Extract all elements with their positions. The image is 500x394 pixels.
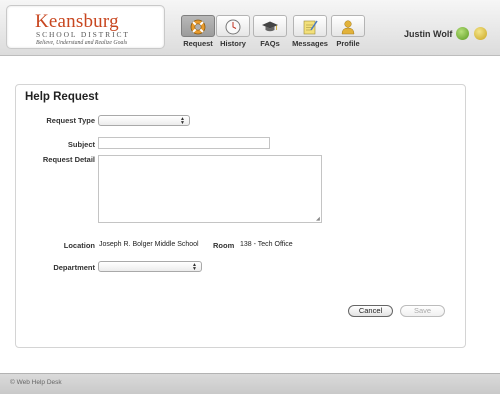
life-ring-icon (181, 15, 215, 37)
resize-grip-icon[interactable]: ◢ (316, 217, 321, 222)
room-label: Room (213, 241, 235, 250)
app-header: Keansburg SCHOOL DISTRICT Believe, Under… (0, 0, 500, 56)
logo-tagline: Believe, Understand and Realize Goals (36, 40, 128, 46)
app-footer: © Web Help Desk (0, 373, 500, 394)
chevron-updown-icon: ▲ ▼ (180, 116, 185, 126)
graduation-cap-icon (253, 15, 287, 37)
logo-subtitle: SCHOOL DISTRICT (36, 30, 130, 39)
clock-icon (216, 15, 250, 37)
room-value: 138 - Tech Office (240, 241, 293, 248)
request-type-select[interactable]: ▲ ▼ (98, 115, 190, 126)
chevron-updown-icon: ▲ ▼ (192, 262, 197, 272)
subject-input[interactable] (98, 137, 270, 149)
help-request-card: Help Request Request Type ▲ ▼ Subject Req… (15, 84, 466, 348)
status-icon[interactable] (456, 27, 469, 40)
logout-icon[interactable] (474, 27, 487, 40)
request-detail-textarea[interactable] (98, 155, 322, 223)
logo-name: Keansburg (35, 11, 119, 32)
request-type-label: Request Type (46, 116, 95, 125)
cancel-button[interactable]: Cancel (348, 305, 393, 317)
request-detail-label: Request Detail (42, 155, 95, 164)
user-name[interactable]: Justin Wolf (404, 29, 452, 39)
location-value: Joseph R. Bolger Middle School (99, 241, 199, 248)
nav-label: Profile (336, 39, 360, 48)
footer-copyright: © Web Help Desk (10, 379, 62, 386)
notepad-icon (293, 15, 327, 37)
department-label: Department (53, 263, 95, 272)
save-button[interactable]: Save (400, 305, 445, 317)
department-select[interactable]: ▲ ▼ (98, 261, 202, 272)
subject-label: Subject (67, 140, 95, 149)
person-icon (331, 15, 365, 37)
district-logo[interactable]: Keansburg SCHOOL DISTRICT Believe, Under… (6, 5, 165, 49)
nav-profile[interactable]: Profile (328, 15, 368, 50)
request-detail-wrapper: ◢ (98, 155, 322, 223)
page-title: Help Request (25, 91, 99, 103)
location-label: Location (63, 241, 95, 250)
